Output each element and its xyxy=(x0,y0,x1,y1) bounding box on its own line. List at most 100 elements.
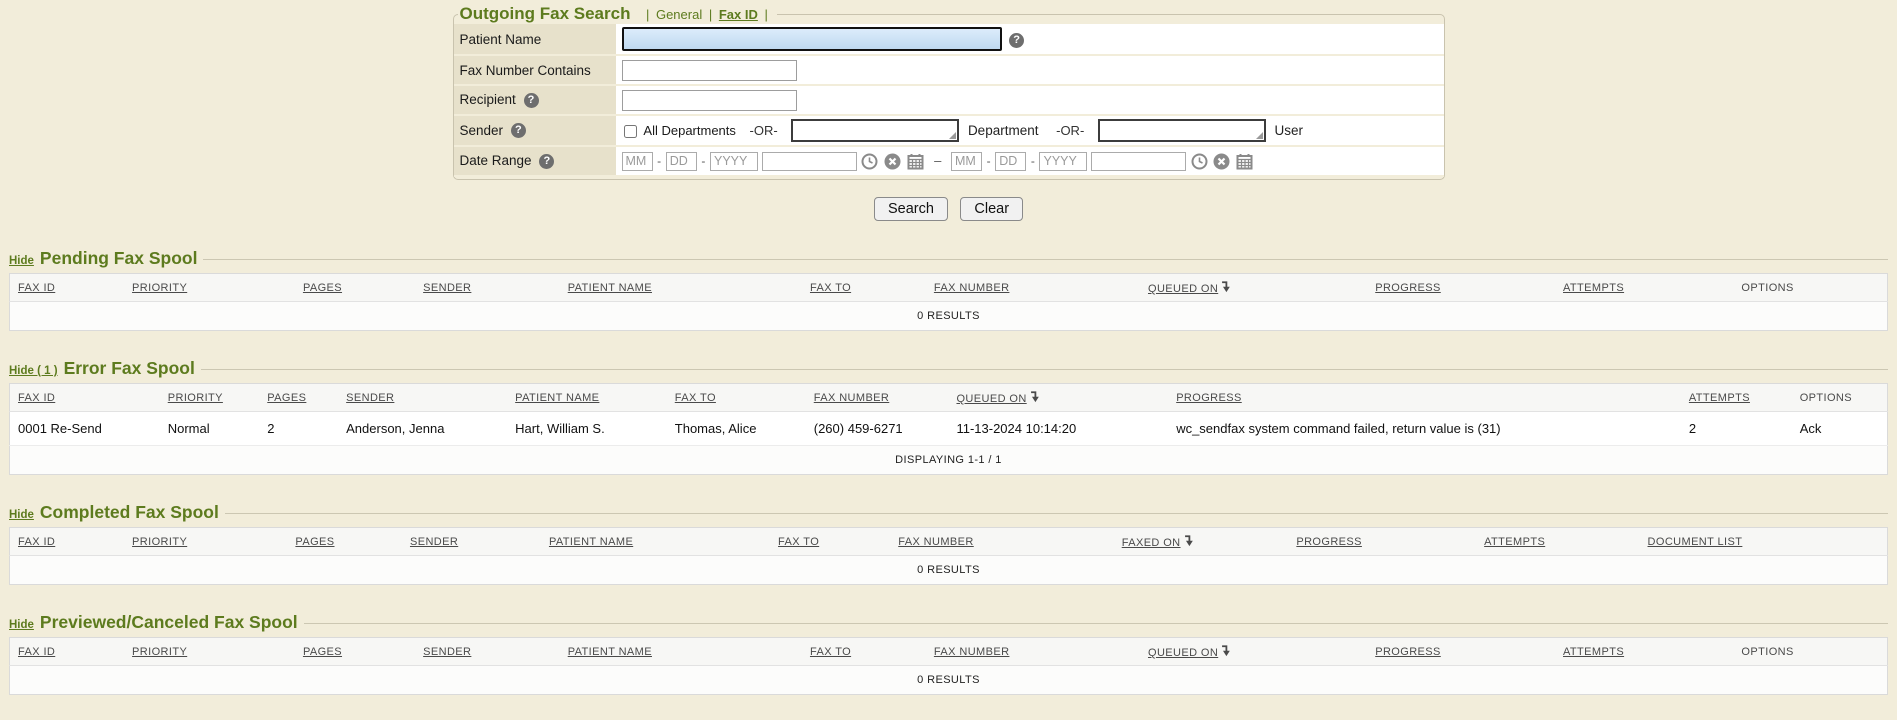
column-header-priority[interactable]: PRIORITY xyxy=(124,274,295,302)
column-header-pages[interactable]: PAGES xyxy=(287,528,402,556)
column-header-queued-on[interactable]: QUEUED ON xyxy=(1140,638,1367,666)
start-year-input[interactable] xyxy=(710,152,758,171)
patient-name-help-icon[interactable]: ? xyxy=(1009,33,1024,48)
sort-descending-icon[interactable] xyxy=(1030,391,1039,403)
column-header-attempts[interactable]: ATTEMPTS xyxy=(1476,528,1639,556)
column-header-patient-name[interactable]: PATIENT NAME xyxy=(507,384,667,412)
column-header-fax-to[interactable]: FAX TO xyxy=(667,384,806,412)
column-header-progress[interactable]: PROGRESS xyxy=(1367,274,1555,302)
column-header-progress[interactable]: PROGRESS xyxy=(1168,384,1681,412)
recipient-help-icon[interactable]: ? xyxy=(524,93,539,108)
hide-link[interactable]: Hide xyxy=(9,509,34,521)
column-header-fax-number[interactable]: FAX NUMBER xyxy=(890,528,1113,556)
spool-table: FAX IDPRIORITYPAGESSENDERPATIENT NAMEFAX… xyxy=(9,527,1888,585)
column-header-priority[interactable]: PRIORITY xyxy=(124,638,295,666)
cell-options[interactable]: Ack xyxy=(1792,412,1888,446)
column-header-document-list[interactable]: DOCUMENT LIST xyxy=(1640,528,1888,556)
end-year-input[interactable] xyxy=(1039,152,1087,171)
section-title: Pending Fax Spool xyxy=(40,248,198,269)
cell-fax-id[interactable]: 0001 Re-Send xyxy=(10,412,160,446)
cell-progress: wc_sendfax system command failed, return… xyxy=(1168,412,1681,446)
column-header-fax-to[interactable]: FAX TO xyxy=(802,274,926,302)
column-header-sender[interactable]: SENDER xyxy=(415,274,560,302)
column-header-fax-number[interactable]: FAX NUMBER xyxy=(806,384,949,412)
column-header-attempts[interactable]: ATTEMPTS xyxy=(1555,638,1733,666)
column-header-queued-on[interactable]: QUEUED ON xyxy=(1140,274,1367,302)
column-header-progress[interactable]: PROGRESS xyxy=(1288,528,1476,556)
search-button[interactable]: Search xyxy=(874,197,948,221)
sort-descending-icon[interactable] xyxy=(1184,535,1193,547)
column-header-sender[interactable]: SENDER xyxy=(338,384,507,412)
sender-help-icon[interactable]: ? xyxy=(511,123,526,138)
column-header-sender[interactable]: SENDER xyxy=(402,528,541,556)
clear-button[interactable]: Clear xyxy=(960,197,1023,221)
column-header-attempts[interactable]: ATTEMPTS xyxy=(1681,384,1792,412)
end-day-input[interactable] xyxy=(995,152,1026,171)
end-clear-icon[interactable] xyxy=(1213,153,1230,170)
start-month-input[interactable] xyxy=(622,152,653,171)
patient-name-input[interactable] xyxy=(622,27,1002,51)
end-month-input[interactable] xyxy=(951,152,982,171)
sort-descending-icon[interactable] xyxy=(1221,645,1230,657)
column-header-progress[interactable]: PROGRESS xyxy=(1367,638,1555,666)
end-clock-icon[interactable] xyxy=(1191,153,1208,170)
sort-descending-icon[interactable] xyxy=(1221,281,1230,293)
fax-number-label: Fax Number Contains xyxy=(454,55,616,85)
column-header-patient-name[interactable]: PATIENT NAME xyxy=(560,638,802,666)
end-calendar-icon[interactable] xyxy=(1236,153,1253,170)
all-departments-label: All Departments xyxy=(643,123,735,138)
header-row: FAX IDPRIORITYPAGESSENDERPATIENT NAMEFAX… xyxy=(10,638,1888,666)
column-header-pages[interactable]: PAGES xyxy=(259,384,338,412)
column-header-fax-to[interactable]: FAX TO xyxy=(770,528,890,556)
column-header-faxed-on[interactable]: FAXED ON xyxy=(1114,528,1289,556)
column-header-pages[interactable]: PAGES xyxy=(295,638,415,666)
recipient-input[interactable] xyxy=(622,90,797,111)
start-time-input[interactable] xyxy=(762,152,857,171)
results-summary: 0 RESULTS xyxy=(10,556,1888,585)
sender-label-text: Sender xyxy=(460,123,504,138)
date-separator: - xyxy=(1030,154,1036,168)
column-header-patient-name[interactable]: PATIENT NAME xyxy=(560,274,802,302)
date-range-label-text: Date Range xyxy=(460,153,532,168)
column-header-fax-number[interactable]: FAX NUMBER xyxy=(926,638,1140,666)
user-combo[interactable] xyxy=(1098,119,1266,142)
or-separator: -OR- xyxy=(1046,123,1094,138)
column-header-fax-id[interactable]: FAX ID xyxy=(10,384,160,412)
column-header-sender[interactable]: SENDER xyxy=(415,638,560,666)
column-header-fax-id[interactable]: FAX ID xyxy=(10,528,125,556)
start-clear-icon[interactable] xyxy=(884,153,901,170)
header-row: FAX IDPRIORITYPAGESSENDERPATIENT NAMEFAX… xyxy=(10,528,1888,556)
hide-link[interactable]: Hide ( 1 ) xyxy=(9,365,58,377)
end-time-input[interactable] xyxy=(1091,152,1186,171)
column-header-priority[interactable]: PRIORITY xyxy=(160,384,260,412)
cell-fax-to: Thomas, Alice xyxy=(667,412,806,446)
start-day-input[interactable] xyxy=(666,152,697,171)
column-header-fax-id[interactable]: FAX ID xyxy=(10,274,125,302)
tab-general[interactable]: General xyxy=(656,7,702,22)
hide-link[interactable]: Hide xyxy=(9,619,34,631)
tab-fax-id[interactable]: Fax ID xyxy=(719,7,758,22)
start-clock-icon[interactable] xyxy=(861,153,878,170)
column-header-attempts[interactable]: ATTEMPTS xyxy=(1555,274,1733,302)
column-header-fax-id[interactable]: FAX ID xyxy=(10,638,125,666)
date-range-label: Date Range ? xyxy=(454,146,616,176)
column-header-fax-to[interactable]: FAX TO xyxy=(802,638,926,666)
user-label: User xyxy=(1270,123,1308,138)
fax-number-input[interactable] xyxy=(622,60,797,81)
date-range-help-icon[interactable]: ? xyxy=(539,154,554,169)
section-divider xyxy=(225,513,1888,514)
column-header-queued-on[interactable]: QUEUED ON xyxy=(948,384,1168,412)
hide-link[interactable]: Hide xyxy=(9,255,34,267)
column-header-patient-name[interactable]: PATIENT NAME xyxy=(541,528,770,556)
column-header-pages[interactable]: PAGES xyxy=(295,274,415,302)
section-title: Completed Fax Spool xyxy=(40,502,219,523)
column-header-fax-number[interactable]: FAX NUMBER xyxy=(926,274,1140,302)
spool-sections: Hide Pending Fax Spool FAX IDPRIORITYPAG… xyxy=(9,248,1888,695)
cell-priority: Normal xyxy=(160,412,260,446)
column-header-priority[interactable]: PRIORITY xyxy=(124,528,287,556)
department-combo[interactable] xyxy=(791,119,959,142)
all-departments-checkbox[interactable] xyxy=(624,125,637,138)
start-calendar-icon[interactable] xyxy=(907,153,924,170)
results-summary: 0 RESULTS xyxy=(10,666,1888,695)
section-head: Hide ( 1 ) Error Fax Spool xyxy=(9,358,1888,379)
